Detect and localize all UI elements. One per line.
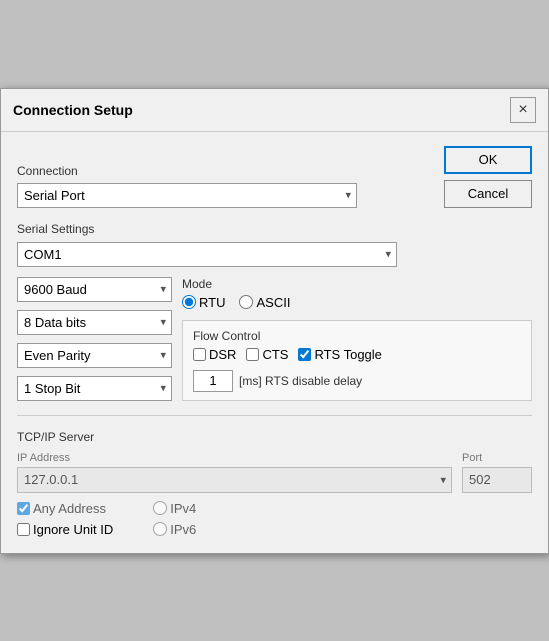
mode-rtu-label: RTU bbox=[199, 295, 225, 310]
any-address-option[interactable]: Any Address bbox=[17, 501, 113, 516]
rts-toggle-label: RTS Toggle bbox=[314, 347, 381, 362]
serial-settings-label: Serial Settings bbox=[17, 222, 532, 236]
ipv4-label: IPv4 bbox=[170, 501, 196, 516]
any-address-checkbox[interactable] bbox=[17, 502, 30, 515]
baud-select[interactable]: 9600 Baud 19200 Baud 38400 Baud 115200 B… bbox=[17, 277, 172, 302]
connection-label: Connection bbox=[17, 164, 428, 178]
connection-row: Connection Serial Port TCP/IP OK Cancel bbox=[17, 146, 532, 208]
mode-ascii-option[interactable]: ASCII bbox=[239, 295, 290, 310]
section-divider bbox=[17, 415, 532, 416]
mode-radio-row: RTU ASCII bbox=[182, 295, 532, 310]
connection-select-wrapper: Serial Port TCP/IP bbox=[17, 183, 357, 208]
mode-ascii-label: ASCII bbox=[256, 295, 290, 310]
mode-label: Mode bbox=[182, 277, 532, 291]
stop-bit-select-wrapper: 1 Stop Bit 2 Stop Bits bbox=[17, 376, 172, 401]
connection-setup-dialog: Connection Setup × Connection Serial Por… bbox=[0, 88, 549, 554]
serial-port-select[interactable]: COM1 COM2 COM3 COM4 bbox=[17, 242, 397, 267]
dialog-body: Connection Serial Port TCP/IP OK Cancel … bbox=[1, 132, 548, 553]
cancel-button[interactable]: Cancel bbox=[444, 180, 532, 208]
port-group: Port bbox=[462, 452, 532, 493]
flow-control-section: Flow Control DSR CTS bbox=[182, 320, 532, 401]
port-input bbox=[462, 467, 532, 493]
ip-group: IP Address bbox=[17, 452, 452, 493]
tcpip-right-checks: IPv4 IPv6 bbox=[153, 501, 196, 537]
ip-select-wrapper bbox=[17, 467, 452, 493]
tcpip-left-checks: Any Address Ignore Unit ID bbox=[17, 501, 113, 537]
serial-port-select-wrapper: COM1 COM2 COM3 COM4 bbox=[17, 242, 397, 267]
button-group: OK Cancel bbox=[444, 146, 532, 208]
serial-settings-section: Serial Settings COM1 COM2 COM3 COM4 bbox=[17, 222, 532, 401]
parity-select[interactable]: Even Parity None Odd Parity bbox=[17, 343, 172, 368]
ignore-unit-id-label: Ignore Unit ID bbox=[33, 522, 113, 537]
title-bar: Connection Setup × bbox=[1, 89, 548, 132]
data-bits-select[interactable]: 8 Data bits 7 Data bits bbox=[17, 310, 172, 335]
flow-control-label: Flow Control bbox=[193, 329, 521, 343]
rts-toggle-option[interactable]: RTS Toggle bbox=[298, 347, 381, 362]
cts-option[interactable]: CTS bbox=[246, 347, 288, 362]
mode-rtu-option[interactable]: RTU bbox=[182, 295, 225, 310]
rts-delay-input[interactable] bbox=[193, 370, 233, 392]
tcpip-addr-row: IP Address Port bbox=[17, 452, 532, 493]
serial-options-row: 9600 Baud 19200 Baud 38400 Baud 115200 B… bbox=[17, 277, 532, 401]
serial-left-options: 9600 Baud 19200 Baud 38400 Baud 115200 B… bbox=[17, 277, 172, 401]
tcpip-section: TCP/IP Server IP Address Port bbox=[17, 430, 532, 537]
close-button[interactable]: × bbox=[510, 97, 536, 123]
dialog-title: Connection Setup bbox=[13, 102, 133, 118]
data-bits-select-wrapper: 8 Data bits 7 Data bits bbox=[17, 310, 172, 335]
tcpip-checkboxes: Any Address Ignore Unit ID IPv4 IPv6 bbox=[17, 501, 532, 537]
rts-toggle-checkbox[interactable] bbox=[298, 348, 311, 361]
parity-select-wrapper: Even Parity None Odd Parity bbox=[17, 343, 172, 368]
ipv6-radio[interactable] bbox=[153, 522, 167, 536]
serial-right-options: Mode RTU ASCII bbox=[182, 277, 532, 401]
stop-bit-select[interactable]: 1 Stop Bit 2 Stop Bits bbox=[17, 376, 172, 401]
ip-sublabel: IP Address bbox=[17, 452, 452, 464]
dsr-checkbox[interactable] bbox=[193, 348, 206, 361]
flow-checkboxes-row: DSR CTS RTS Toggle bbox=[193, 347, 521, 362]
ip-address-input bbox=[17, 467, 452, 493]
mode-ascii-radio[interactable] bbox=[239, 295, 253, 309]
ipv4-radio[interactable] bbox=[153, 501, 167, 515]
mode-section: Mode RTU ASCII bbox=[182, 277, 532, 310]
tcpip-label: TCP/IP Server bbox=[17, 430, 532, 444]
connection-left: Connection Serial Port TCP/IP bbox=[17, 164, 428, 208]
serial-port-row: COM1 COM2 COM3 COM4 bbox=[17, 242, 532, 267]
ipv4-option[interactable]: IPv4 bbox=[153, 501, 196, 516]
connection-select[interactable]: Serial Port TCP/IP bbox=[17, 183, 357, 208]
ignore-unit-id-option[interactable]: Ignore Unit ID bbox=[17, 522, 113, 537]
ignore-unit-id-checkbox[interactable] bbox=[17, 523, 30, 536]
any-address-label: Any Address bbox=[33, 501, 106, 516]
baud-select-wrapper: 9600 Baud 19200 Baud 38400 Baud 115200 B… bbox=[17, 277, 172, 302]
cts-label: CTS bbox=[262, 347, 288, 362]
dsr-option[interactable]: DSR bbox=[193, 347, 236, 362]
rts-delay-label: [ms] RTS disable delay bbox=[239, 374, 362, 388]
rts-delay-row: [ms] RTS disable delay bbox=[193, 370, 521, 392]
ok-button[interactable]: OK bbox=[444, 146, 532, 174]
port-sublabel: Port bbox=[462, 452, 532, 464]
cts-checkbox[interactable] bbox=[246, 348, 259, 361]
dsr-label: DSR bbox=[209, 347, 236, 362]
ipv6-label: IPv6 bbox=[170, 522, 196, 537]
mode-rtu-radio[interactable] bbox=[182, 295, 196, 309]
ipv6-option[interactable]: IPv6 bbox=[153, 522, 196, 537]
